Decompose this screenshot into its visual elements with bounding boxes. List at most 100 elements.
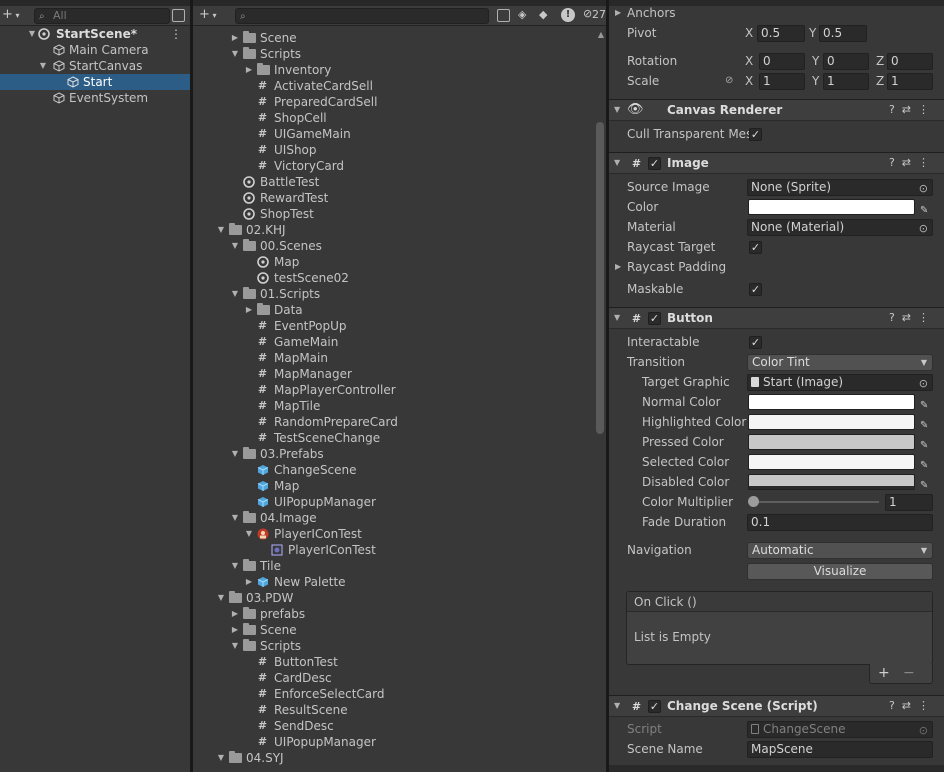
color-multiplier-slider-track[interactable] (753, 501, 879, 503)
project-script-row[interactable]: # TestSceneChange (193, 430, 594, 446)
chevron-down-icon[interactable]: ▼ (216, 222, 226, 238)
chevron-right-icon[interactable]: ▶ (615, 4, 621, 22)
rotation-z-field[interactable]: 0 (887, 53, 933, 70)
remove-event-button[interactable]: − (903, 665, 915, 681)
filter-by-type-icon[interactable]: ◈ (518, 8, 526, 21)
pivot-x-field[interactable]: 0.5 (757, 25, 805, 42)
image-enabled-checkbox[interactable]: ✓ (648, 157, 661, 170)
navigation-dropdown[interactable]: Automatic ▼ (747, 542, 933, 559)
object-picker-icon[interactable]: ⊙ (919, 181, 928, 195)
component-header-icons[interactable]: ?⇄⋮ (889, 156, 936, 169)
chevron-down-icon[interactable]: ▼ (230, 558, 240, 574)
raycast-padding-row[interactable]: ▶ Raycast Padding (609, 257, 944, 277)
project-script-row[interactable]: # VictoryCard (193, 158, 594, 174)
chevron-right-icon[interactable]: ▶ (244, 62, 254, 78)
chevron-down-icon[interactable]: ▼ (614, 313, 620, 322)
chevron-right-icon[interactable]: ▶ (230, 606, 240, 622)
project-script-row[interactable]: # UIPopupManager (193, 734, 594, 750)
maskable-checkbox[interactable]: ✓ (749, 283, 762, 296)
scale-x-field[interactable]: 1 (759, 73, 805, 90)
filter-by-label-icon[interactable]: ◆ (539, 8, 547, 21)
project-script-row[interactable]: # MapManager (193, 366, 594, 382)
component-header-icons[interactable]: ?⇄⋮ (889, 699, 936, 712)
project-folder-row[interactable]: ▶ Data (193, 302, 594, 318)
raycast-target-checkbox[interactable]: ✓ (749, 241, 762, 254)
scene-search-icon[interactable] (172, 9, 185, 22)
button-enabled-checkbox[interactable]: ✓ (648, 312, 661, 325)
project-folder-row[interactable]: ▼ Scripts (193, 638, 594, 654)
transition-dropdown[interactable]: Color Tint ▼ (747, 354, 933, 371)
project-scrollbar[interactable] (596, 122, 604, 434)
project-folder-row[interactable]: ▼ 03.Prefabs (193, 446, 594, 462)
search-scene-icon[interactable] (497, 9, 510, 22)
project-script-row[interactable]: # UIShop (193, 142, 594, 158)
project-script-row[interactable]: # CardDesc (193, 670, 594, 686)
rotation-x-field[interactable]: 0 (759, 53, 805, 70)
component-header-icons[interactable]: ?⇄⋮ (889, 103, 936, 116)
chevron-down-icon[interactable]: ▼ (230, 286, 240, 302)
project-script-row[interactable]: # MapTile (193, 398, 594, 414)
image-color-swatch[interactable] (748, 199, 915, 215)
target-graphic-field[interactable]: Start (Image) ⊙ (747, 374, 933, 391)
chevron-right-icon[interactable]: ▶ (230, 622, 240, 638)
hierarchy-scene-row[interactable]: ▼ StartScene* ⋮ (0, 26, 190, 42)
project-prefab-row[interactable]: ChangeScene (193, 462, 594, 478)
chevron-down-icon[interactable]: ▼ (230, 46, 240, 62)
chevron-right-icon[interactable]: ▶ (244, 302, 254, 318)
project-scene-row[interactable]: Map (193, 254, 594, 270)
scroll-up-icon[interactable]: ▲ (598, 30, 604, 39)
project-script-row[interactable]: # EventPopUp (193, 318, 594, 334)
project-script-row[interactable]: # PreparedCardSell (193, 94, 594, 110)
constrain-proportions-link-icon[interactable]: ⊘ (725, 71, 733, 91)
project-create-button[interactable]: + ▾ (199, 7, 216, 22)
button-component-header[interactable]: ▼ # ✓ Button ?⇄⋮ (609, 307, 944, 329)
chevron-down-icon[interactable]: ▼ (230, 446, 240, 462)
material-field[interactable]: None (Material) ⊙ (747, 219, 933, 236)
pivot-y-field[interactable]: 0.5 (819, 25, 867, 42)
project-prefab-row[interactable]: ▶ New Palette (193, 574, 594, 590)
warning-filter-icon[interactable]: ! (561, 8, 575, 22)
project-script-row[interactable]: # ButtonTest (193, 654, 594, 670)
project-script-row[interactable]: # MapMain (193, 350, 594, 366)
project-scene-row[interactable]: RewardTest (193, 190, 594, 206)
anchors-row[interactable]: ▶ Anchors (609, 4, 944, 22)
scene-name-field[interactable]: MapScene (747, 741, 933, 758)
scale-z-field[interactable]: 1 (887, 73, 933, 90)
project-folder-row[interactable]: ▼ Scripts (193, 46, 594, 62)
project-folder-row[interactable]: ▼ 02.KHJ (193, 222, 594, 238)
rotation-y-field[interactable]: 0 (823, 53, 869, 70)
chevron-right-icon[interactable]: ▶ (230, 30, 240, 46)
chevron-down-icon[interactable]: ▼ (244, 526, 254, 542)
source-image-field[interactable]: None (Sprite) ⊙ (747, 179, 933, 196)
hierarchy-search-input[interactable]: ⌕ All (34, 8, 170, 24)
chevron-down-icon[interactable]: ▼ (27, 26, 37, 42)
chevron-down-icon[interactable]: ▼ (614, 158, 620, 167)
project-script-row[interactable]: # UIGameMain (193, 126, 594, 142)
project-scene-row[interactable]: BattleTest (193, 174, 594, 190)
highlighted-color-swatch[interactable] (748, 414, 915, 430)
project-folder-row[interactable]: ▼ 00.Scenes (193, 238, 594, 254)
chevron-down-icon[interactable]: ▼ (230, 510, 240, 526)
add-event-button[interactable]: + (878, 665, 890, 681)
chevron-down-icon[interactable]: ▼ (216, 750, 226, 766)
hidden-packages-icon[interactable]: ⊘ (583, 7, 592, 20)
project-scene-row[interactable]: testScene02 (193, 270, 594, 286)
chevron-down-icon[interactable]: ▼ (216, 590, 226, 606)
chevron-down-icon[interactable]: ▼ (38, 58, 48, 74)
color-multiplier-field[interactable]: 1 (885, 494, 933, 511)
create-add-button[interactable]: + ▾ (2, 7, 19, 22)
project-prefab-row[interactable]: UIPopupManager (193, 494, 594, 510)
project-sprite-row[interactable]: PlayerIConTest (193, 542, 594, 558)
canvas-renderer-header[interactable]: ▼ 👁 Canvas Renderer ?⇄⋮ (609, 99, 944, 121)
interactable-checkbox[interactable]: ✓ (749, 336, 762, 349)
cull-transparent-checkbox[interactable]: ✓ (749, 128, 762, 141)
project-folder-row[interactable]: ▼ 04.SYJ (193, 750, 594, 766)
project-scene-row[interactable]: ShopTest (193, 206, 594, 222)
project-folder-row[interactable]: ▶ Inventory (193, 62, 594, 78)
change-scene-enabled-checkbox[interactable]: ✓ (648, 700, 661, 713)
hierarchy-item-main-camera[interactable]: Main Camera (0, 42, 190, 58)
image-component-header[interactable]: ▼ # ✓ Image ?⇄⋮ (609, 152, 944, 174)
project-script-row[interactable]: # ShopCell (193, 110, 594, 126)
project-script-row[interactable]: # GameMain (193, 334, 594, 350)
object-picker-icon[interactable]: ⊙ (919, 221, 928, 235)
